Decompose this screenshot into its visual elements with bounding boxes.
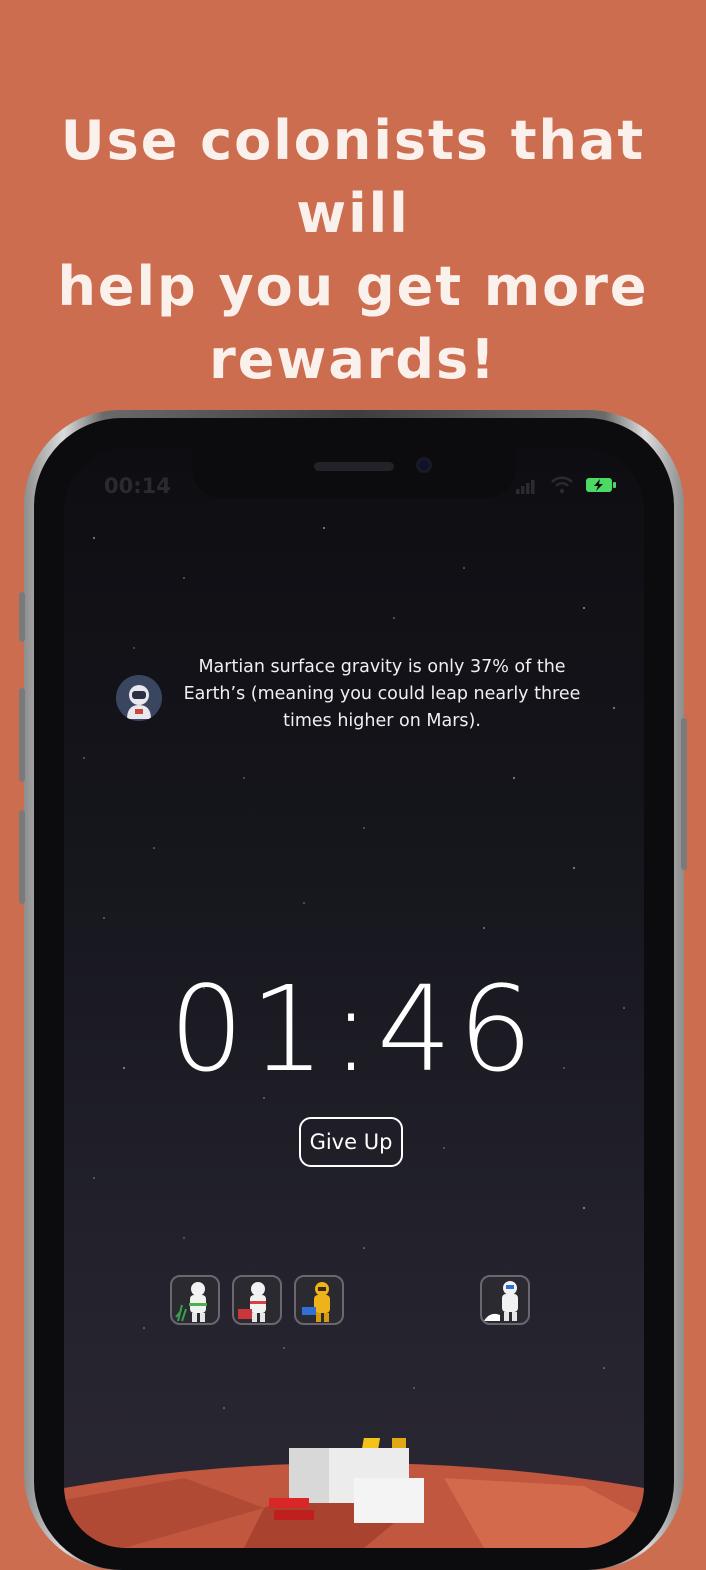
cellular-signal-icon	[516, 480, 535, 494]
give-up-button[interactable]: Give Up	[299, 1117, 403, 1167]
volume-up-button	[19, 688, 25, 782]
fact-text: Martian surface gravity is only 37% of t…	[183, 657, 581, 731]
power-button	[681, 718, 687, 870]
volume-down-button	[19, 810, 25, 904]
phone-screen: 00:14 Martian surface gravity is only 37…	[64, 448, 644, 1548]
headline-line-2: help you get more	[57, 255, 649, 318]
mute-switch	[19, 592, 25, 642]
front-camera	[416, 457, 432, 473]
status-time: 00:14	[104, 474, 171, 498]
camera-notch	[192, 448, 516, 498]
wifi-icon	[551, 476, 573, 494]
promo-headline: Use colonists that will help you get mor…	[0, 104, 706, 396]
botanist-colonist-icon[interactable]	[170, 1275, 220, 1325]
countdown-timer: 01:46	[168, 960, 540, 1098]
battery-charging-icon	[586, 478, 616, 492]
technician-colonist-icon[interactable]	[294, 1275, 344, 1325]
builder-colonist-icon[interactable]	[480, 1275, 530, 1325]
astronaut-icon	[116, 675, 162, 721]
headline-line-1: Use colonists that will	[60, 109, 646, 245]
mars-base-illustration	[64, 1438, 644, 1548]
earpiece-speaker	[314, 462, 394, 471]
engineer-colonist-icon[interactable]	[232, 1275, 282, 1325]
headline-line-3: rewards!	[209, 328, 497, 391]
